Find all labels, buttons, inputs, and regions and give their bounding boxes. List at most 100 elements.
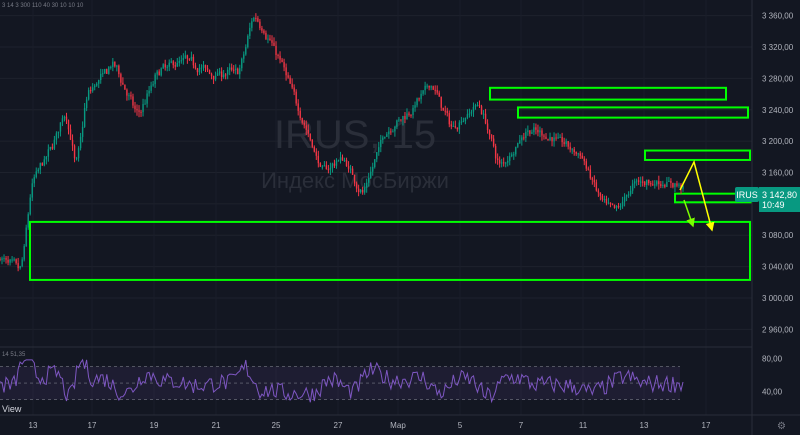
candle-body [525,131,527,139]
candle-body [674,183,676,188]
candle-body [595,182,598,191]
candle-body [613,204,616,208]
x-tick-label: 7 [519,421,524,430]
candle-body [61,118,64,123]
candle-body [547,138,549,140]
support-resistance-zone[interactable] [517,106,749,119]
x-tick-label: 21 [212,421,221,430]
candle-body [464,117,467,122]
candle-body [279,55,281,60]
chart-canvas[interactable]: IRUS, 15 Индекс МосБиржи 3 360,003 320,0… [0,0,800,435]
candle-body [333,163,336,166]
candle-body [150,85,152,91]
candle-body [666,181,668,187]
y-tick-label: 3 240,00 [762,106,794,115]
candle-body [656,181,658,185]
candle-body [47,149,50,157]
candle-body [396,120,398,127]
candle-body [79,136,82,149]
candle-body [420,93,422,100]
candle-body [176,62,178,67]
candle-body [311,139,313,147]
candle-body [5,258,7,260]
candle-body [347,166,350,169]
candle-body [69,129,72,140]
price-tag-price: 3 142,80 [762,190,797,200]
y-tick-label: 3 040,00 [762,263,794,272]
candle-body [591,178,594,180]
candle-body [93,85,96,88]
candle-body [529,130,531,134]
candle-body [549,137,551,140]
candle-body [329,167,332,170]
candle-body [134,105,136,110]
candle-body [285,67,287,76]
candle-body [148,90,150,94]
settings-gear-icon[interactable]: ⚙ [777,421,786,432]
candle-body [492,138,495,147]
candle-body [627,194,630,196]
candle-body [27,214,29,228]
ohlc-header: 3 14 3 300 110 40 30 10 10 10 [2,3,84,9]
candle-body [660,184,662,186]
candle-body [184,55,187,58]
candle-body [482,113,485,115]
candle-body [182,57,185,61]
candle-body [519,140,521,144]
candle-body [662,185,664,187]
support-resistance-zone[interactable] [644,149,751,161]
candle-body [243,54,245,59]
candle-body [216,73,219,76]
candle-body [226,69,229,75]
candle-body [507,160,509,163]
candle-body [132,96,134,106]
candle-body [382,137,384,140]
y-tick-label: 3 280,00 [762,74,794,83]
candle-body [466,114,469,118]
candle-body [204,64,207,69]
candle-body [116,65,118,67]
candle-body [186,55,189,59]
candle-body [561,136,563,143]
candle-body [315,151,318,156]
x-tick-label: 19 [150,421,159,430]
candle-body [269,38,271,41]
candle-body [305,125,307,130]
candle-body [408,113,410,115]
support-resistance-zone[interactable] [489,86,727,101]
candle-body [120,74,122,83]
candle-body [355,183,358,189]
candle-body [267,38,269,40]
candle-body [448,113,450,125]
candle-body [668,180,670,182]
candle-body [210,73,213,76]
candle-body [392,131,394,133]
x-tick-label: Мар [390,421,406,430]
candle-body [531,132,533,134]
candle-body [372,166,374,172]
candle-body [533,127,535,133]
candle-body [339,157,342,161]
support-resistance-zone[interactable] [29,220,751,281]
candle-body [390,131,392,133]
rsi-tick-label: 40,00 [762,387,783,396]
candle-body [289,77,291,84]
candle-body [446,110,448,114]
candle-body [19,266,21,269]
candle-body [140,111,142,113]
candle-body [158,71,160,76]
candle-body [235,68,237,70]
candle-body [472,106,475,112]
candle-body [208,69,211,74]
candle-body [33,177,35,184]
candle-body [633,181,636,184]
time-axis[interactable]: 13 17 19 21 25 27 Мар 5 7 11 13 17 [29,421,711,430]
candle-body [247,35,249,48]
candle-body [7,259,9,263]
candle-body [222,74,225,78]
candle-body [313,146,316,152]
candle-body [500,162,503,164]
candle-body [426,85,428,87]
candle-body [650,183,652,185]
candle-body [152,84,154,86]
